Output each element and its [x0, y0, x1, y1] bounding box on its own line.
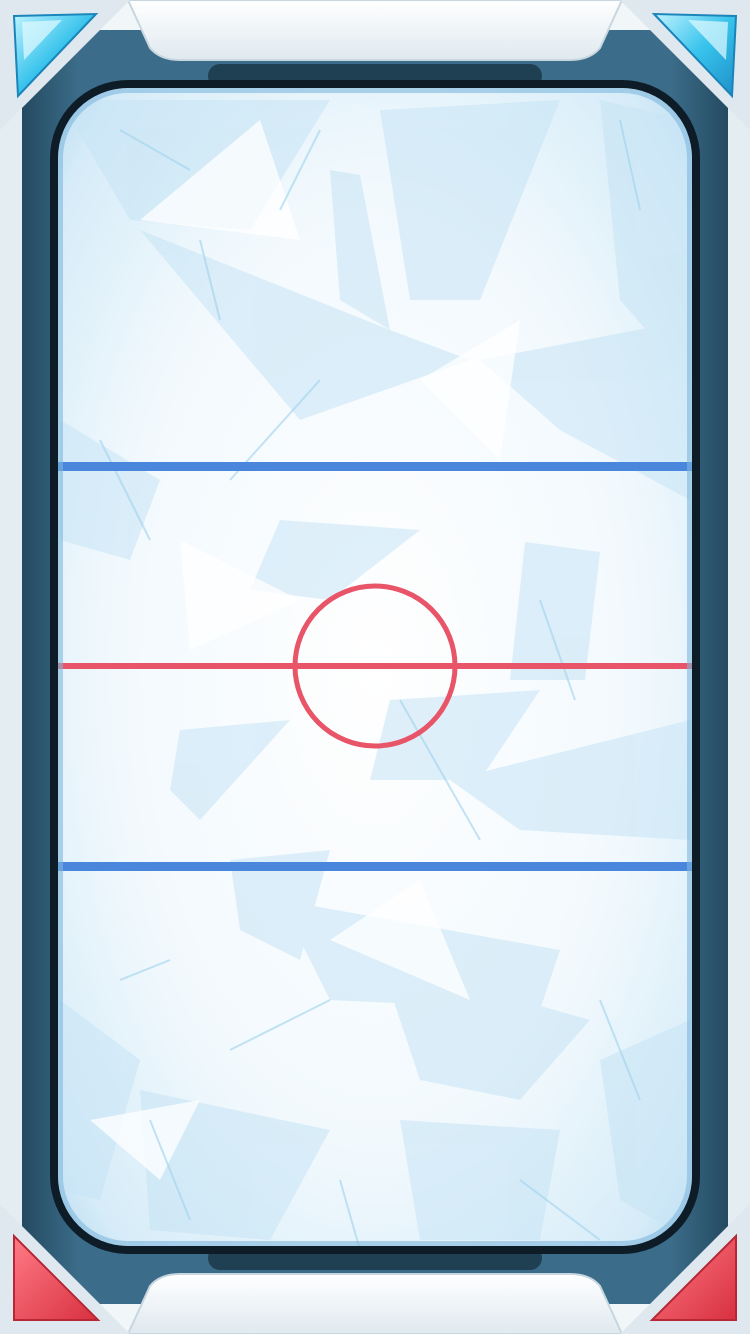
- table-graphic: [0, 0, 750, 1334]
- bottom-cap: [126, 1273, 624, 1334]
- blue-line-top: [58, 462, 692, 471]
- blue-line-bottom: [58, 862, 692, 871]
- top-cap: [126, 0, 624, 61]
- center-red-line: [58, 663, 692, 669]
- air-hockey-table-screen: [0, 0, 750, 1334]
